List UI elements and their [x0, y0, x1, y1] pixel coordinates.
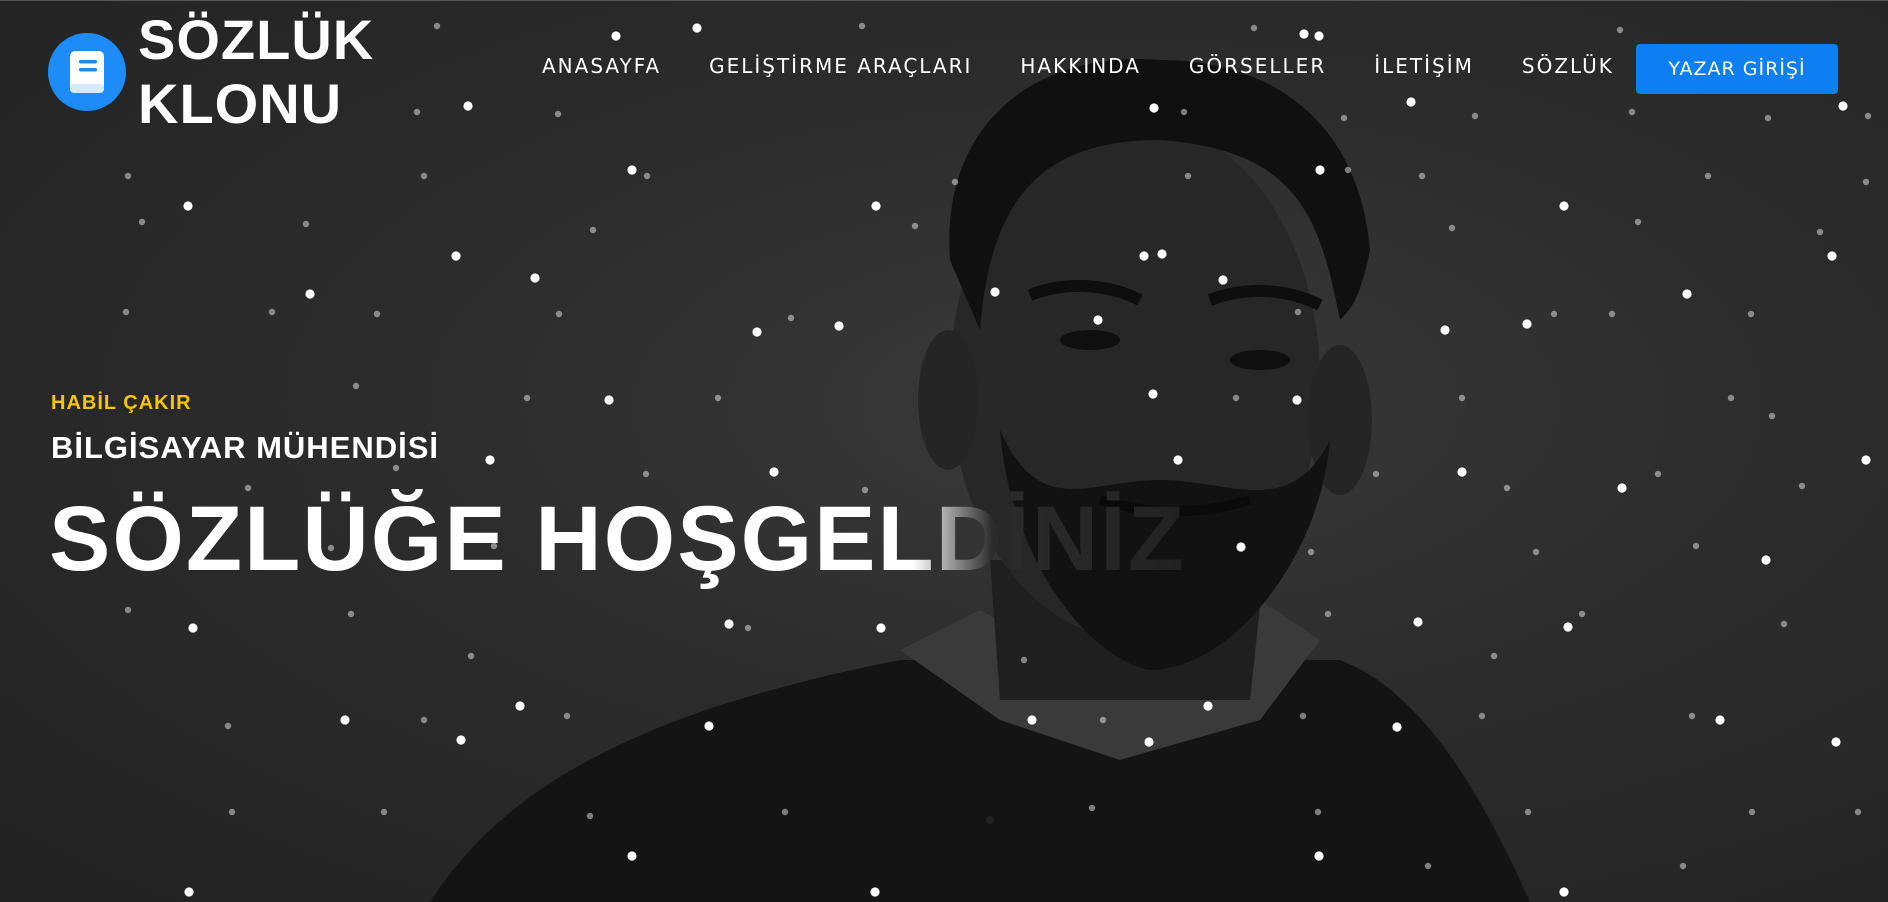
- nav-item-gorseller[interactable]: GÖRSELLER: [1189, 54, 1326, 78]
- hero-job-title: BİLGİSAYAR MÜHENDİSİ: [51, 430, 440, 465]
- brand-name-line1: SÖZLÜK: [138, 8, 375, 71]
- hero-name: HABİL ÇAKIR: [51, 392, 192, 414]
- book-icon: [48, 33, 126, 111]
- nav-item-iletisim[interactable]: İLETİŞİM: [1374, 54, 1474, 78]
- brand-name: SÖZLÜK KLONU: [138, 8, 374, 136]
- hero-headline: SÖZLÜĞE HOŞGELDİNİZ: [49, 484, 1186, 594]
- nav-item-hakkinda[interactable]: HAKKINDA: [1020, 54, 1141, 78]
- brand-name-line2: KLONU: [138, 72, 343, 135]
- brand-logo[interactable]: SÖZLÜK KLONU: [48, 8, 374, 136]
- nav-item-sozluk[interactable]: SÖZLÜK: [1522, 54, 1614, 78]
- author-login-button[interactable]: YAZAR GİRİŞİ: [1636, 44, 1838, 94]
- nav-item-anasayfa[interactable]: ANASAYFA: [542, 54, 661, 78]
- nav-item-gelistirme-araclari[interactable]: GELİŞTİRME ARAÇLARI: [709, 54, 972, 78]
- main-nav: ANASAYFA GELİŞTİRME ARAÇLARI HAKKINDA GÖ…: [542, 54, 1662, 78]
